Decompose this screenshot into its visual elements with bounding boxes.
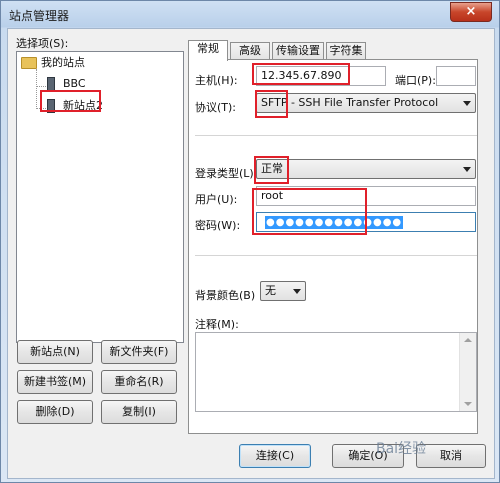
tree-item-label: 我的站点 — [41, 56, 85, 69]
port-label: 端口(P): — [395, 74, 436, 87]
select-entry-label: 选择项(S): — [16, 37, 69, 50]
chevron-down-icon — [293, 289, 301, 294]
bgcolor-select[interactable]: 无 — [260, 281, 306, 301]
user-field[interactable]: root — [256, 186, 476, 206]
server-icon — [47, 99, 55, 113]
host-field[interactable]: 12.345.67.890 — [256, 66, 386, 86]
password-value: ●●●●●●●●●●●●●● — [265, 216, 404, 229]
chevron-down-icon — [463, 167, 471, 172]
password-field[interactable]: ●●●●●●●●●●●●●● — [256, 212, 476, 232]
scroll-down-icon[interactable] — [464, 402, 472, 406]
notes-label: 注释(M): — [195, 318, 239, 331]
rename-button[interactable]: 重命名(R) — [101, 370, 177, 394]
tab-transfer-settings[interactable]: 传输设置 — [272, 42, 324, 60]
watermark-logo: Bai经验 — [376, 441, 427, 457]
divider — [195, 255, 477, 256]
notes-scrollbar[interactable] — [459, 333, 476, 411]
tree-item-label: 新站点2 — [63, 99, 103, 112]
password-label: 密码(W): — [195, 219, 241, 232]
notes-textarea[interactable] — [195, 332, 477, 412]
cancel-button[interactable]: 取消 — [416, 444, 486, 468]
logon-type-select[interactable]: 正常 — [256, 159, 476, 179]
connect-button[interactable]: 连接(C) — [239, 444, 311, 468]
close-button[interactable]: × — [450, 2, 492, 22]
divider — [195, 135, 477, 136]
bgcolor-label: 背景颜色(B) — [195, 289, 256, 302]
bgcolor-value: 无 — [265, 284, 276, 297]
tab-charset[interactable]: 字符集 — [326, 42, 366, 60]
site-tree[interactable]: 我的站点 BBC 新站点2 — [16, 51, 184, 343]
folder-icon — [21, 57, 37, 69]
chevron-down-icon — [463, 101, 471, 106]
protocol-value: SFTP - SSH File Transfer Protocol — [261, 96, 439, 109]
tree-item-bbc[interactable]: BBC — [47, 76, 86, 92]
logon-type-label: 登录类型(L): — [195, 167, 258, 180]
tab-general[interactable]: 常规 — [188, 40, 228, 61]
protocol-label: 协议(T): — [195, 101, 237, 114]
server-icon — [47, 77, 55, 91]
title-bar: 站点管理器 × — [1, 1, 499, 27]
logon-type-value: 正常 — [261, 162, 283, 175]
user-label: 用户(U): — [195, 193, 238, 206]
window-title: 站点管理器 — [9, 9, 70, 23]
dialog-body: 选择项(S): 我的站点 BBC 新站点2 新站点(N) 新文件夹(F) 新建书… — [7, 28, 495, 479]
close-icon: × — [465, 4, 477, 19]
protocol-select[interactable]: SFTP - SSH File Transfer Protocol — [256, 93, 476, 113]
scroll-up-icon[interactable] — [464, 338, 472, 342]
tree-item-label: BBC — [63, 77, 86, 90]
site-manager-window: 站点管理器 × 选择项(S): 我的站点 BBC 新站点2 新站点(N) 新文件… — [0, 0, 500, 483]
new-site-button[interactable]: 新站点(N) — [17, 340, 93, 364]
delete-button[interactable]: 删除(D) — [17, 400, 93, 424]
tree-item-my-sites[interactable]: 我的站点 — [21, 55, 85, 71]
new-folder-button[interactable]: 新文件夹(F) — [101, 340, 177, 364]
copy-button[interactable]: 复制(I) — [101, 400, 177, 424]
tab-advanced[interactable]: 高级 — [230, 42, 270, 60]
tree-item-new-site-2[interactable]: 新站点2 — [47, 98, 103, 114]
host-label: 主机(H): — [195, 74, 238, 87]
port-field[interactable] — [436, 66, 476, 86]
new-bookmark-button[interactable]: 新建书签(M) — [17, 370, 93, 394]
